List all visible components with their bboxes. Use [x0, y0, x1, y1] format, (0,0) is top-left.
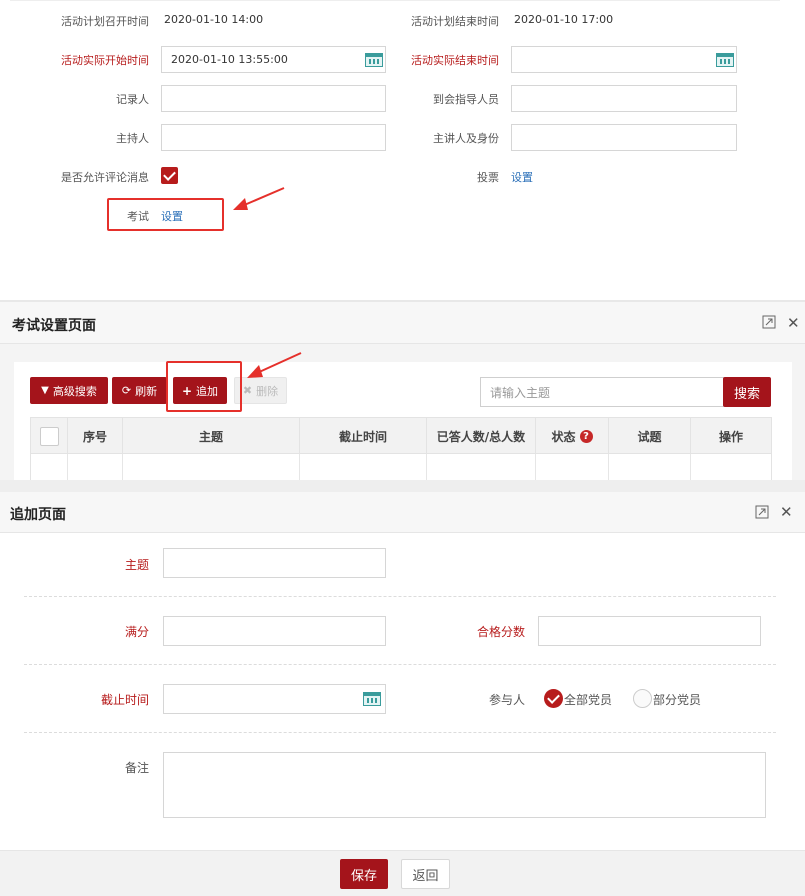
maximize-icon[interactable]: [762, 315, 776, 333]
calendar-icon[interactable]: [716, 53, 734, 67]
table-row-cell: [427, 454, 536, 480]
actual-end-label: 活动实际结束时间: [411, 54, 499, 67]
delete-label: 删除: [256, 384, 279, 398]
recorder-label: 记录人: [116, 93, 149, 106]
actual-end-field[interactable]: [511, 46, 737, 73]
col-questions: 试题: [609, 418, 691, 454]
full-score-field[interactable]: [163, 616, 386, 646]
actual-start-field[interactable]: 2020-01-10 13:55:00: [161, 46, 386, 73]
refresh-label: 刷新: [135, 384, 158, 398]
close-icon[interactable]: ✕: [787, 314, 800, 332]
col-index: 序号: [68, 418, 123, 454]
filter-icon: ▼: [41, 385, 49, 396]
guide-label: 到会指导人员: [433, 93, 499, 106]
exam-highlight-box: [107, 198, 224, 231]
add-highlight-box: [166, 361, 242, 412]
table-row-cell: [300, 454, 427, 480]
gap-band: [0, 480, 805, 492]
exam-panel-body: ▼ 高级搜索 ⟳ 刷新 + 追加 ✖ 删除 请输入主题 搜索 序号 主题 截止时…: [0, 344, 805, 480]
select-all-cell: [31, 418, 68, 454]
deadline-field[interactable]: [163, 684, 386, 714]
exam-panel-header: 考试设置页面 ✕: [0, 302, 805, 344]
plan-end-value: 2020-01-10 17:00: [514, 13, 614, 26]
advanced-search-button[interactable]: ▼ 高级搜索: [30, 377, 108, 404]
activity-form: 活动计划召开时间 2020-01-10 14:00 活动计划结束时间 2020-…: [0, 0, 805, 300]
table-row-cell: [536, 454, 609, 480]
exam-table: 序号 主题 截止时间 已答人数/总人数 状态 ? 试题 操作: [30, 417, 772, 480]
vote-settings-link[interactable]: 设置: [511, 169, 533, 185]
table-row-cell: [609, 454, 691, 480]
option-all-label: 全部党员: [564, 693, 613, 707]
plan-start-label: 活动计划召开时间: [61, 15, 149, 28]
save-label: 保存: [350, 868, 377, 884]
speaker-field[interactable]: [511, 124, 737, 151]
plan-end-label: 活动计划结束时间: [411, 15, 499, 28]
remark-label: 备注: [124, 761, 149, 775]
row-divider: [24, 596, 776, 597]
col-deadline: 截止时间: [300, 418, 427, 454]
help-icon[interactable]: ?: [579, 429, 593, 443]
back-label: 返回: [412, 868, 439, 884]
back-button[interactable]: 返回: [401, 859, 450, 889]
host-label: 主持人: [116, 132, 149, 145]
refresh-button[interactable]: ⟳ 刷新: [112, 377, 167, 404]
exam-panel-title: 考试设置页面: [12, 318, 96, 334]
annotation-arrow: [247, 352, 302, 378]
col-status-label: 状态: [551, 429, 576, 444]
deadline-label: 截止时间: [100, 693, 149, 707]
maximize-icon[interactable]: [755, 505, 769, 523]
close-icon[interactable]: ✕: [780, 503, 793, 521]
col-actions: 操作: [718, 429, 743, 444]
advanced-search-label: 高级搜索: [52, 384, 97, 398]
full-score-label: 满分: [124, 625, 149, 639]
remark-textarea[interactable]: [163, 752, 766, 818]
col-answered: 已答人数/总人数: [427, 418, 536, 454]
add-panel-footer: 保存 返回: [0, 850, 805, 896]
delete-icon: ✖: [242, 384, 253, 397]
radio-all-members[interactable]: [544, 689, 563, 708]
refresh-icon: ⟳: [121, 384, 132, 397]
annotation-arrow: [233, 187, 285, 210]
speaker-label: 主讲人及身份: [433, 132, 499, 145]
table-row-cell: [31, 454, 68, 480]
calendar-icon[interactable]: [363, 692, 381, 706]
search-label: 搜索: [733, 386, 760, 402]
top-divider: [10, 0, 780, 1]
subject-label: 主题: [124, 558, 149, 572]
row-divider: [24, 664, 776, 665]
add-panel-body: 主题 满分 合格分数 截止时间 参与人 全部党员 部分党员 备注: [0, 533, 805, 850]
participants-label: 参与人: [488, 693, 525, 707]
guide-field[interactable]: [511, 85, 737, 112]
vote-label: 投票: [477, 171, 499, 184]
host-field[interactable]: [161, 124, 386, 151]
allow-comment-checkbox[interactable]: [161, 167, 178, 184]
actual-start-label: 活动实际开始时间: [61, 54, 149, 67]
col-subject: 主题: [123, 418, 300, 454]
select-all-checkbox[interactable]: [39, 426, 59, 446]
save-button[interactable]: 保存: [340, 859, 388, 889]
recorder-field[interactable]: [161, 85, 386, 112]
search-placeholder: 请输入主题: [490, 385, 551, 400]
table-row-cell: [68, 454, 123, 480]
pass-score-label: 合格分数: [476, 625, 525, 639]
add-panel-header: 追加页面 ✕: [0, 492, 805, 533]
search-input[interactable]: 请输入主题: [480, 377, 724, 407]
pass-score-field[interactable]: [538, 616, 761, 646]
subject-field[interactable]: [163, 548, 386, 578]
calendar-icon[interactable]: [365, 53, 383, 67]
radio-some-members[interactable]: [633, 689, 652, 708]
search-button[interactable]: 搜索: [723, 377, 771, 407]
plan-start-value: 2020-01-10 14:00: [164, 13, 264, 26]
table-row-cell: [123, 454, 300, 480]
add-panel-title: 追加页面: [10, 507, 66, 523]
col-status: 状态 ?: [536, 418, 609, 454]
row-divider: [24, 732, 776, 733]
allow-comment-label: 是否允许评论消息: [61, 171, 149, 184]
option-part-label: 部分党员: [653, 693, 702, 707]
actual-start-value: 2020-01-10 13:55:00: [171, 53, 288, 66]
